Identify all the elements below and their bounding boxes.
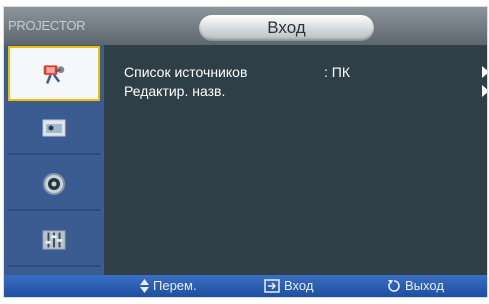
hint-exit: Выход xyxy=(387,278,444,293)
picture-icon xyxy=(42,116,66,140)
up-down-arrows-icon xyxy=(140,278,149,293)
menu-title: Вход xyxy=(267,18,306,37)
sidebar-item-equalizer[interactable] xyxy=(7,214,101,267)
menu-title-pill: Вход xyxy=(199,15,374,41)
return-icon xyxy=(388,279,400,292)
edit-name-label: Редактир. назв. xyxy=(124,83,226,99)
menu-row-source-list[interactable]: Список источников : ПК xyxy=(124,64,487,82)
hint-enter-label: Вход xyxy=(284,278,314,293)
equalizer-icon xyxy=(42,228,66,252)
source-list-label: Список источников xyxy=(124,64,248,80)
sidebar-item-setup[interactable] xyxy=(7,158,101,211)
enter-icon xyxy=(264,278,280,293)
top-bar: PROJECTOR Вход xyxy=(4,7,487,45)
setup-gear-icon xyxy=(42,172,66,196)
osd-menu-window: PROJECTOR Вход Список источников: ПК Ре… xyxy=(3,6,488,298)
menu-content: Список источников : ПК Редактир. назв. xyxy=(104,45,487,277)
sidebar-item-input[interactable] xyxy=(8,46,100,101)
hint-enter: Вход xyxy=(264,278,313,293)
category-sidebar xyxy=(4,45,104,277)
chevron-right-icon xyxy=(482,85,487,97)
chevron-right-icon xyxy=(482,66,487,78)
footer-hint-bar: Перем. Вход Выход xyxy=(4,275,487,297)
hint-move: Перем. xyxy=(140,278,197,293)
input-plug-icon xyxy=(42,62,66,86)
hint-move-label: Перем. xyxy=(153,278,197,293)
sidebar-item-picture[interactable] xyxy=(7,102,101,155)
brand-label: PROJECTOR xyxy=(8,18,86,33)
menu-row-edit-name[interactable]: Редактир. назв. xyxy=(124,83,487,101)
hint-exit-label: Выход xyxy=(405,278,444,293)
source-list-value: : ПК xyxy=(324,64,350,80)
